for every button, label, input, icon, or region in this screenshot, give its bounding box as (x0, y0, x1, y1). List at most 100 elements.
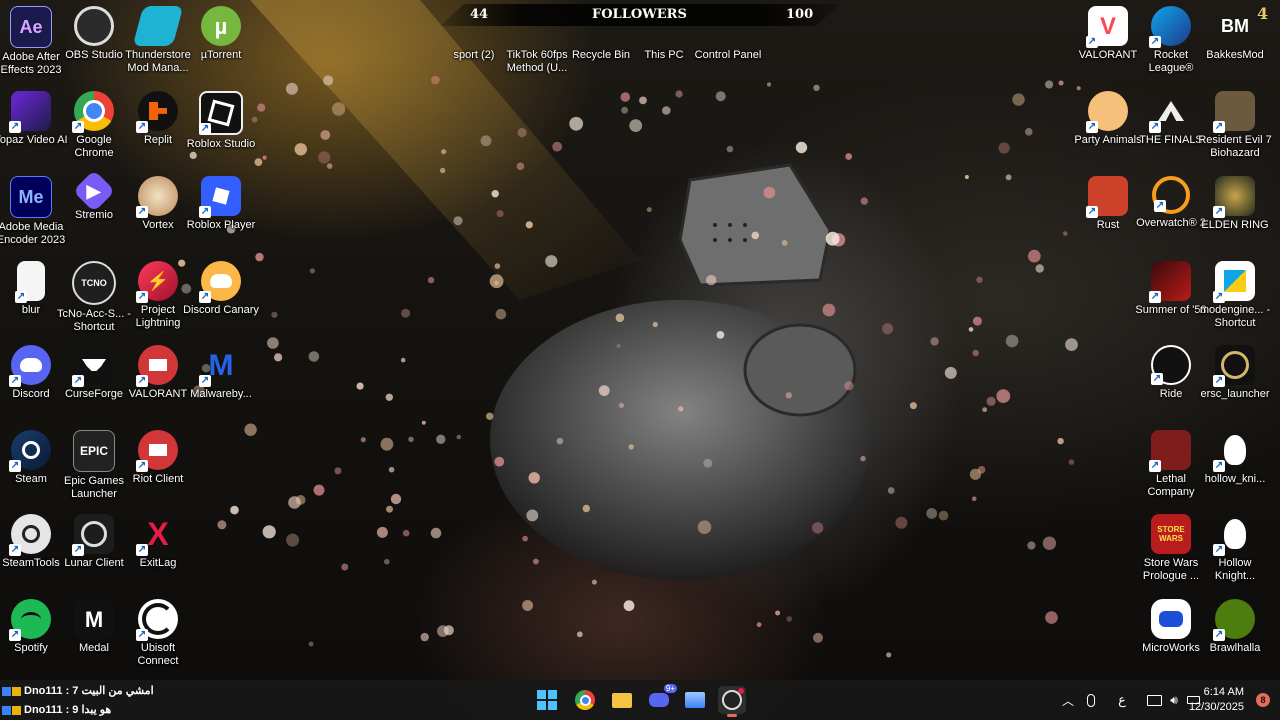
desktop-icon-riot-client[interactable]: ↗ Riot Client (120, 426, 196, 510)
flower-petal (522, 535, 528, 542)
flower-petal (453, 216, 463, 226)
clock-date: 12/30/2025 (1188, 701, 1244, 713)
network-icon[interactable] (1144, 680, 1164, 720)
party-animals-icon: ↗ (1086, 91, 1128, 133)
recycle-bin-icon (581, 6, 621, 46)
flower-petal (716, 331, 725, 339)
flower-petal (326, 163, 333, 169)
badge-icon (12, 705, 21, 715)
flower-petal (408, 436, 414, 442)
chrome-icon: ↗ (72, 91, 114, 133)
desktop-icon-bakkesmod[interactable]: BM BakkesMod (1197, 2, 1273, 86)
flower-petal (822, 303, 836, 317)
taskbar-discord[interactable]: 9+ (645, 684, 677, 714)
flower-petal (678, 406, 684, 412)
roblox-studio-icon: ↗ (199, 91, 243, 135)
input-language-button[interactable]: ع (1112, 680, 1132, 720)
desktop-icon-modengine[interactable]: ↗ modengine... - Shortcut (1197, 257, 1273, 341)
flower-petal (294, 143, 307, 156)
flower-petal (646, 207, 652, 213)
flower-petal (486, 412, 494, 420)
desktop-icon-hollow-knight-exe[interactable]: ↗ hollow_kni... (1197, 426, 1273, 510)
desktop-icon-control-panel[interactable]: Control Panel (690, 2, 766, 86)
flower-petal (385, 393, 393, 401)
notification-badge[interactable]: 8 (1256, 693, 1270, 707)
flower-petal (420, 632, 429, 642)
elden-ring-icon: ↗ (1213, 176, 1255, 218)
desktop-icon-malwarebytes[interactable]: M ↗ Malwareby... (183, 341, 259, 425)
desktop-icon-label: Roblox Player (186, 219, 256, 231)
desktop-icon-brawlhalla[interactable]: ↗ Brawlhalla (1197, 595, 1273, 679)
desktop-icon-exitlag[interactable]: X ↗ ExitLag (120, 510, 196, 594)
flower-petal (785, 392, 792, 399)
flower-petal (944, 366, 957, 379)
desktop-icon-label: modengine... - Shortcut (1199, 304, 1271, 329)
flower-petal (1058, 80, 1064, 86)
flower-petal (516, 162, 525, 171)
taskbar-obs[interactable] (718, 686, 746, 717)
desktop-icon-roblox-studio[interactable]: ↗ Roblox Studio (183, 87, 259, 171)
flower-petal (313, 484, 325, 496)
flower-petal (569, 116, 584, 131)
flower-petal (629, 119, 643, 132)
flower-petal (295, 495, 306, 505)
flower-petal (1042, 536, 1057, 550)
discord-canary-icon: ↗ (199, 261, 241, 303)
flower-petal (386, 505, 393, 513)
replit-icon: ↗ (136, 91, 178, 133)
flower-petal (621, 106, 628, 114)
stremio-icon: ▶ (72, 169, 116, 213)
flower-petal (756, 622, 762, 628)
flower-petal (598, 385, 610, 396)
flower-petal (812, 522, 824, 534)
chat-text: Dno111 : امشي من البيت 7 (24, 685, 154, 697)
malwarebytes-icon: M ↗ (199, 348, 234, 387)
desktop-icon-resident-evil[interactable]: ↗ Resident Evil 7 Biohazard (1197, 87, 1273, 171)
flower-petal (533, 558, 539, 565)
flower-petal (390, 493, 402, 505)
flower-petal (706, 274, 717, 286)
microworks-icon (1151, 599, 1191, 639)
flower-petal (1005, 334, 1019, 348)
chrome-icon (575, 690, 595, 710)
flower-petal (489, 274, 504, 289)
clock-time: 6:14 AM (1203, 686, 1244, 698)
taskbar-photos[interactable] (681, 686, 709, 714)
desktop-icon-hollow-knight[interactable]: ↗ Hollow Knight... (1197, 510, 1273, 594)
flower-petal (436, 434, 446, 444)
desktop-icon-discord-canary[interactable]: ↗ Discord Canary (183, 257, 259, 341)
flower-petal (926, 508, 938, 519)
flower-petal (320, 130, 331, 140)
flower-petal (528, 472, 540, 484)
clock[interactable]: 6:14 AM 12/30/2025 (1189, 685, 1244, 715)
microphone-icon[interactable] (1082, 680, 1100, 720)
discord-icon (649, 693, 669, 707)
flower-petal (309, 268, 315, 274)
start-button[interactable] (533, 686, 561, 714)
desktop-icon-roblox-player[interactable]: ↗ Roblox Player (183, 172, 259, 256)
hollow-knight-icon: ↗ (1213, 514, 1255, 556)
desktop-icon-label: Ubisoft Connect (137, 642, 179, 667)
taskbar-file-explorer[interactable] (608, 686, 636, 714)
volume-icon[interactable]: 🔊︎ (1164, 680, 1184, 720)
desktop-icon-elden-ring[interactable]: ↗ ELDEN RING (1197, 172, 1273, 256)
flower-petal (623, 600, 635, 612)
flower-petal (1005, 174, 1012, 181)
flower-petal (616, 343, 621, 348)
show-hidden-icons-button[interactable]: ︿ (1058, 680, 1078, 720)
ubisoft-icon: ↗ (136, 599, 178, 641)
flower-petal (675, 90, 683, 98)
flower-petal (480, 135, 492, 147)
flower-petal (308, 641, 314, 647)
desktop-icon-utorrent[interactable]: µ µTorrent (183, 2, 259, 86)
flower-petal (1045, 80, 1054, 89)
flower-petal (968, 327, 974, 332)
desktop-icon-ubisoft[interactable]: ↗ Ubisoft Connect (120, 595, 196, 679)
flower-petal (440, 167, 446, 174)
taskbar-chrome[interactable] (571, 686, 599, 714)
flower-petal (496, 210, 504, 218)
flower-petal (376, 526, 388, 538)
desktop-icon-ersc-launcher[interactable]: ↗ ersc_launcher (1197, 341, 1273, 425)
desktop-icon-label: Control Panel (694, 49, 762, 61)
flower-petal (887, 487, 895, 494)
